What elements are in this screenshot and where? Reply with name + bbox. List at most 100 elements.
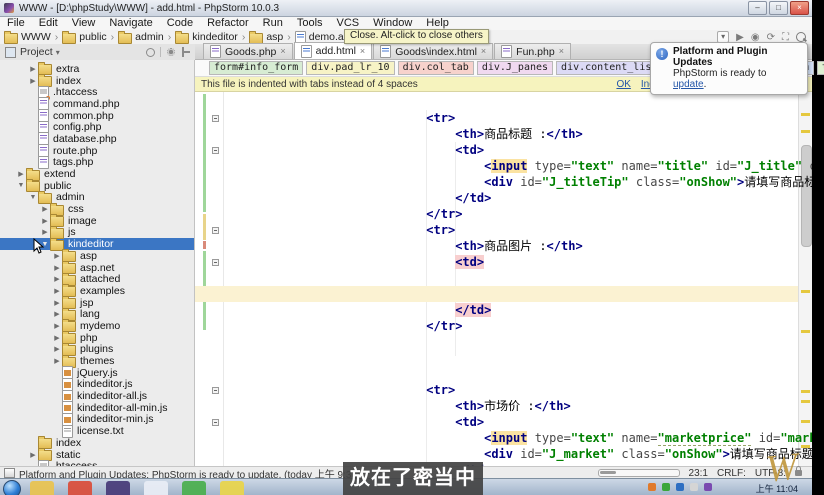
tree-item-kindeditor-min.js[interactable]: kindeditor-min.js xyxy=(0,414,194,426)
tab-add.html[interactable]: add.html× xyxy=(294,42,373,59)
menu-navigate[interactable]: Navigate xyxy=(102,17,159,30)
fold-marker-icon[interactable] xyxy=(212,419,219,426)
warning-stripe-mark[interactable] xyxy=(801,330,810,333)
minimize-button[interactable]: – xyxy=(748,1,767,15)
tab-Fun.php[interactable]: Fun.php× xyxy=(494,43,571,59)
tree-item-lang[interactable]: ▶lang xyxy=(0,308,194,320)
breadcrumb-admin[interactable]: admin› xyxy=(118,31,171,44)
chevron-expanded-icon[interactable]: ▼ xyxy=(28,194,38,201)
warning-stripe-mark[interactable] xyxy=(801,130,810,133)
code-area[interactable]: <tr> <th>商品标题 :</th> <td> <input type="t… xyxy=(224,94,798,466)
tree-item-asp.net[interactable]: ▶asp.net xyxy=(0,262,194,274)
editor[interactable]: <tr> <th>商品标题 :</th> <td> <input type="t… xyxy=(195,92,812,466)
warning-stripe-mark[interactable] xyxy=(801,390,810,393)
event-log-icon[interactable] xyxy=(4,468,15,478)
tray-icon[interactable] xyxy=(648,483,656,491)
tree-item-route.php[interactable]: route.php xyxy=(0,145,194,157)
chevron-collapsed-icon[interactable]: ▶ xyxy=(28,65,38,73)
tree-item-jQuery.js[interactable]: jQuery.js xyxy=(0,367,194,379)
fold-marker-icon[interactable] xyxy=(212,227,219,234)
tray-icon[interactable] xyxy=(704,483,712,491)
tree-item-kindeditor.js[interactable]: kindeditor.js xyxy=(0,379,194,391)
tree-item-css[interactable]: ▶css xyxy=(0,203,194,215)
tree-item-public[interactable]: ▼public xyxy=(0,180,194,192)
help-icon[interactable] xyxy=(220,481,244,495)
start-button[interactable] xyxy=(3,480,21,495)
explorer-folder-icon[interactable] xyxy=(30,481,54,495)
chevron-collapsed-icon[interactable]: ▶ xyxy=(52,357,62,365)
coverage-icon[interactable]: ◉ xyxy=(751,32,760,43)
caret-position[interactable]: 23:1 xyxy=(689,468,708,479)
breadcrumb-kindeditor[interactable]: kindeditor› xyxy=(175,31,245,44)
menu-code[interactable]: Code xyxy=(160,17,200,30)
menu-run[interactable]: Run xyxy=(256,17,290,30)
gear-icon[interactable] xyxy=(166,47,176,57)
chevron-collapsed-icon[interactable]: ▶ xyxy=(52,334,62,342)
chevron-collapsed-icon[interactable]: ▶ xyxy=(40,205,50,213)
tree-item-kindeditor[interactable]: ▼kindeditor xyxy=(0,238,194,250)
fold-marker-icon[interactable] xyxy=(212,259,219,266)
tray-icon[interactable] xyxy=(676,483,684,491)
chevron-collapsed-icon[interactable]: ▶ xyxy=(52,310,62,318)
chevron-collapsed-icon[interactable]: ▶ xyxy=(40,217,50,225)
chevron-collapsed-icon[interactable]: ▶ xyxy=(16,170,26,178)
chevron-collapsed-icon[interactable]: ▶ xyxy=(52,322,62,330)
tag-crumb-form#info_form[interactable]: form#info_form xyxy=(209,61,303,75)
chevron-expanded-icon[interactable]: ▼ xyxy=(16,182,26,189)
close-tab-icon[interactable]: × xyxy=(360,47,365,56)
menu-refactor[interactable]: Refactor xyxy=(200,17,256,30)
tree-item-kindeditor-all.js[interactable]: kindeditor-all.js xyxy=(0,390,194,402)
editor-scrollbar[interactable] xyxy=(798,92,812,466)
tag-crumb-div.pad_lr_10[interactable]: div.pad_lr_10 xyxy=(306,61,394,75)
restart-icon[interactable]: ⟳ xyxy=(767,32,775,43)
fold-marker-icon[interactable] xyxy=(212,387,219,394)
tree-item-attached[interactable]: ▶attached xyxy=(0,273,194,285)
breadcrumb-public[interactable]: public› xyxy=(62,31,114,44)
tree-item-mydemo[interactable]: ▶mydemo xyxy=(0,320,194,332)
menu-file[interactable]: File xyxy=(0,17,32,30)
chevron-collapsed-icon[interactable]: ▶ xyxy=(40,228,50,236)
tree-item-themes[interactable]: ▶themes xyxy=(0,355,194,367)
tree-item-database.php[interactable]: database.php xyxy=(0,133,194,145)
close-button[interactable]: × xyxy=(790,1,809,15)
warning-stripe-mark[interactable] xyxy=(801,400,810,403)
maximize-button[interactable]: □ xyxy=(769,1,788,15)
tree-item-jsp[interactable]: ▶jsp xyxy=(0,297,194,309)
tag-crumb-tbody[interactable]: tbody xyxy=(817,61,824,75)
tree-item-js[interactable]: ▶js xyxy=(0,227,194,239)
editor-doc-icon[interactable] xyxy=(144,481,168,495)
project-panel-header[interactable]: Project ▾ xyxy=(0,44,195,61)
tree-item-asp[interactable]: ▶asp xyxy=(0,250,194,262)
chevron-collapsed-icon[interactable]: ▶ xyxy=(52,252,62,260)
chevron-collapsed-icon[interactable]: ▶ xyxy=(52,264,62,272)
tree-item-command.php[interactable]: command.php xyxy=(0,98,194,110)
tree-item-tags.php[interactable]: tags.php xyxy=(0,157,194,169)
tree-item-image[interactable]: ▶image xyxy=(0,215,194,227)
tree-item-index[interactable]: ▶index xyxy=(0,75,194,87)
update-notification[interactable]: ! Platform and Plugin Updates PhpStorm i… xyxy=(650,42,808,95)
tag-crumb-div.J_panes[interactable]: div.J_panes xyxy=(477,61,553,75)
tree-item-index[interactable]: index xyxy=(0,437,194,449)
tree-item-.htaccess[interactable]: .htaccess xyxy=(0,86,194,98)
tab-Goods.php[interactable]: Goods.php× xyxy=(203,43,293,59)
chrome-icon[interactable] xyxy=(68,481,92,495)
update-link[interactable]: update xyxy=(673,79,704,90)
chevron-collapsed-icon[interactable]: ▶ xyxy=(28,451,38,459)
chevron-collapsed-icon[interactable]: ▶ xyxy=(52,275,62,283)
breadcrumb-WWW[interactable]: WWW› xyxy=(4,31,58,44)
menu-tools[interactable]: Tools xyxy=(290,17,330,30)
tree-item-static[interactable]: ▶static xyxy=(0,449,194,461)
warning-stripe-mark[interactable] xyxy=(801,290,810,293)
tree-item-license.txt[interactable]: license.txt xyxy=(0,425,194,437)
tree-item-extra[interactable]: ▶extra xyxy=(0,63,194,75)
photoshop-icon[interactable] xyxy=(106,481,130,495)
project-dropdown-icon[interactable]: ▾ xyxy=(56,48,60,57)
app-green-icon[interactable] xyxy=(182,481,206,495)
navigate-source-icon[interactable] xyxy=(146,48,155,57)
tag-crumb-div.col_tab[interactable]: div.col_tab xyxy=(398,61,474,75)
tray-icon[interactable] xyxy=(662,483,670,491)
search-icon[interactable] xyxy=(796,32,806,42)
tree-item-kindeditor-all-min.js[interactable]: kindeditor-all-min.js xyxy=(0,402,194,414)
tab-Goods\index.html[interactable]: Goods\index.html× xyxy=(373,43,493,59)
chevron-collapsed-icon[interactable]: ▶ xyxy=(28,77,38,85)
